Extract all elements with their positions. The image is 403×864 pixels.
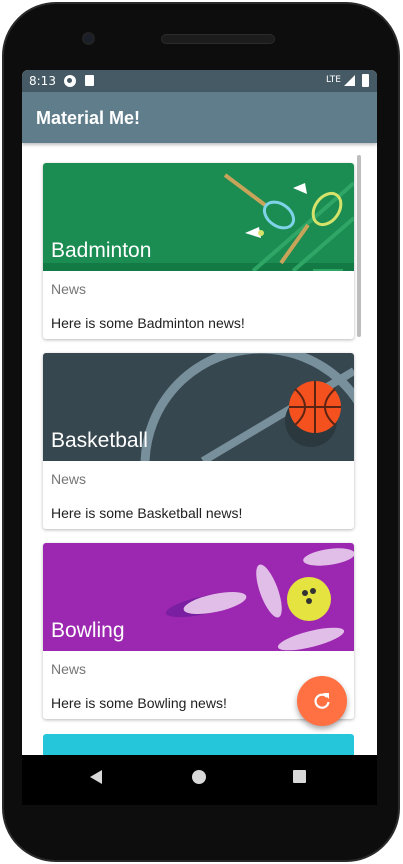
sports-list[interactable]: Badminton News Here is some Badminton ne… (22, 143, 377, 755)
card-subtitle: News (51, 281, 87, 297)
sd-card-icon (85, 75, 94, 86)
app-notification-icon (64, 75, 76, 87)
card-info: Here is some Bowling news! (51, 695, 227, 711)
card-title: Badminton (51, 239, 152, 262)
sport-card-badminton[interactable]: Badminton News Here is some Badminton ne… (43, 163, 354, 339)
network-type: LTE (326, 75, 341, 85)
battery-icon (362, 74, 369, 87)
bowling-image: Bowling (43, 543, 354, 651)
status-time: 8:13 (29, 74, 56, 88)
card-title: Basketball (51, 429, 148, 452)
back-icon[interactable] (90, 770, 102, 784)
home-icon[interactable] (192, 770, 206, 784)
signal-icon (344, 75, 355, 86)
front-camera (82, 32, 95, 45)
badminton-image: Badminton (43, 163, 354, 271)
card-title: Bowling (51, 619, 125, 642)
card-subtitle: News (51, 471, 87, 487)
sport-card-basketball[interactable]: Basketball News Here is some Basketball … (43, 353, 354, 529)
phone-frame: 8:13 LTE Material Me! Badminton News Her… (0, 0, 403, 864)
card-info: Here is some Badminton news! (51, 315, 245, 331)
card-info: Here is some Basketball news! (51, 505, 243, 521)
card-subtitle: News (51, 661, 87, 677)
app-bar: Material Me! (22, 92, 377, 143)
recents-icon[interactable] (293, 770, 306, 783)
app-title: Material Me! (36, 108, 141, 128)
list-scrollbar[interactable] (357, 155, 361, 337)
refresh-icon (314, 693, 330, 709)
system-nav-bar (22, 755, 377, 805)
status-bar: 8:13 LTE (22, 70, 377, 92)
earpiece-speaker (161, 34, 275, 44)
reset-fab[interactable] (297, 676, 347, 726)
basketball-image: Basketball (43, 353, 354, 461)
sport-card-next[interactable] (43, 734, 354, 755)
device-screen: 8:13 LTE Material Me! Badminton News Her… (22, 70, 377, 805)
